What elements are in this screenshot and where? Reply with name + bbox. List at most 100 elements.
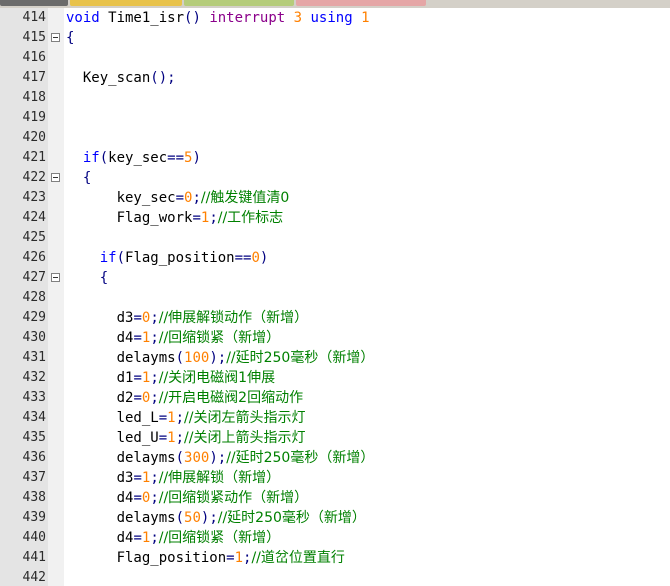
- code-line[interactable]: 431 delayms(100);//延时250毫秒（新增）: [0, 348, 670, 368]
- code-token: =: [158, 410, 168, 426]
- code-token: (: [99, 150, 109, 166]
- line-number: 432: [22, 370, 46, 385]
- code-token: //触发键值清0: [200, 190, 290, 206]
- code-token: //关闭左箭头指示灯: [184, 410, 306, 426]
- code-token: d2: [116, 390, 134, 406]
- code-line[interactable]: 421 if(key_sec==5): [0, 148, 670, 168]
- code-token: =: [158, 430, 168, 446]
- code-token: 3: [293, 10, 303, 26]
- code-line[interactable]: 440 d4=1;//回缩锁紧（新增）: [0, 528, 670, 548]
- code-token: ==: [167, 150, 185, 166]
- code-line[interactable]: 428: [0, 288, 670, 308]
- fold-toggle-icon[interactable]: [51, 173, 60, 182]
- code-line[interactable]: 439 delayms(50);//延时250毫秒（新增）: [0, 508, 670, 528]
- line-number: 425: [22, 230, 46, 245]
- code-token: 300: [184, 450, 210, 466]
- code-line[interactable]: 422 {: [0, 168, 670, 188]
- code-token: Key_scan: [82, 70, 151, 86]
- code-text: d4=0;//回缩锁紧动作（新增）: [117, 488, 309, 508]
- line-number: 433: [22, 390, 46, 405]
- code-line[interactable]: 438 d4=0;//回缩锁紧动作（新增）: [0, 488, 670, 508]
- fold-toggle-icon[interactable]: [51, 273, 60, 282]
- code-line[interactable]: 432 d1=1;//关闭电磁阀1伸展: [0, 368, 670, 388]
- code-token: Flag_position: [116, 550, 227, 566]
- code-line[interactable]: 442: [0, 568, 670, 586]
- code-text: led_L=1;//关闭左箭头指示灯: [117, 408, 306, 428]
- code-line[interactable]: 416: [0, 48, 670, 68]
- code-token: key_sec: [116, 190, 176, 206]
- code-token: 1: [167, 410, 176, 426]
- code-token: =: [133, 490, 142, 506]
- code-line[interactable]: 430 d4=1;//回缩锁紧（新增）: [0, 328, 670, 348]
- code-token: =: [175, 190, 185, 206]
- code-line[interactable]: 417 Key_scan();: [0, 68, 670, 88]
- code-line[interactable]: 433 d2=0;//开启电磁阀2回缩动作: [0, 388, 670, 408]
- code-editor[interactable]: 414 void Time1_isr() interrupt 3 using 14…: [0, 8, 670, 586]
- code-token: ();: [150, 70, 176, 86]
- code-text: d3=0;//伸展解锁动作（新增）: [117, 308, 309, 328]
- code-text: Flag_work=1;//工作标志: [117, 208, 284, 228]
- code-token: );: [200, 510, 218, 526]
- code-text: delayms(300);//延时250毫秒（新增）: [117, 448, 375, 468]
- code-token: Flag_work: [116, 210, 193, 226]
- code-token: if: [99, 250, 117, 266]
- code-line[interactable]: 436 delayms(300);//延时250毫秒（新增）: [0, 448, 670, 468]
- code-text: d3=1;//伸展解锁（新增）: [117, 468, 281, 488]
- code-token: Time1_isr: [99, 10, 185, 26]
- code-token: //延时250毫秒（新增）: [217, 510, 366, 526]
- code-token: (: [175, 350, 185, 366]
- code-line[interactable]: 415 {: [0, 28, 670, 48]
- code-line[interactable]: 418: [0, 88, 670, 108]
- code-token: using: [310, 10, 353, 26]
- code-token: =: [133, 330, 142, 346]
- code-token: =: [192, 210, 201, 226]
- code-token: led_U: [116, 430, 159, 446]
- code-token: void: [66, 10, 100, 26]
- editor-tab-3[interactable]: [184, 0, 294, 6]
- code-text: delayms(50);//延时250毫秒（新增）: [117, 508, 366, 528]
- code-line[interactable]: 424 Flag_work=1;//工作标志: [0, 208, 670, 228]
- code-text: d4=1;//回缩锁紧（新增）: [117, 328, 281, 348]
- code-line[interactable]: 423 key_sec=0;//触发键值清0: [0, 188, 670, 208]
- code-token: d4: [116, 330, 134, 346]
- line-number: 439: [22, 510, 46, 525]
- line-number: 426: [22, 250, 46, 265]
- code-line[interactable]: 427 {: [0, 268, 670, 288]
- code-token: //工作标志: [217, 210, 284, 226]
- code-text: delayms(100);//延时250毫秒（新增）: [117, 348, 375, 368]
- line-number: 423: [22, 190, 46, 205]
- code-line[interactable]: 426 if(Flag_position==0): [0, 248, 670, 268]
- code-token: ;: [209, 210, 218, 226]
- code-token: delayms: [116, 510, 176, 526]
- code-line[interactable]: 425: [0, 228, 670, 248]
- code-text: {: [100, 268, 108, 288]
- code-line[interactable]: 441 Flag_position=1;//道岔位置直行: [0, 548, 670, 568]
- editor-tab-2[interactable]: [70, 0, 182, 6]
- editor-tab-1[interactable]: [0, 0, 68, 6]
- code-line[interactable]: 420: [0, 128, 670, 148]
- line-number: 431: [22, 350, 46, 365]
- code-token: ;: [175, 410, 185, 426]
- code-token: ;: [150, 390, 159, 406]
- code-token: ): [192, 150, 201, 166]
- line-number: 417: [22, 70, 46, 85]
- code-line[interactable]: 419: [0, 108, 670, 128]
- line-number: 430: [22, 330, 46, 345]
- code-text: Flag_position=1;//道岔位置直行: [117, 548, 345, 568]
- code-line[interactable]: 414 void Time1_isr() interrupt 3 using 1: [0, 8, 670, 28]
- code-token: //伸展解锁动作（新增）: [158, 310, 309, 326]
- code-token: 0: [251, 250, 260, 266]
- code-text: d1=1;//关闭电磁阀1伸展: [117, 368, 276, 388]
- code-line[interactable]: 429 d3=0;//伸展解锁动作（新增）: [0, 308, 670, 328]
- line-number: 419: [22, 110, 46, 125]
- fold-toggle-icon[interactable]: [51, 33, 60, 42]
- line-number: 437: [22, 470, 46, 485]
- code-line[interactable]: 435 led_U=1;//关闭上箭头指示灯: [0, 428, 670, 448]
- editor-tab-4[interactable]: [296, 0, 426, 6]
- code-token: ;: [150, 490, 159, 506]
- code-text: d2=0;//开启电磁阀2回缩动作: [117, 388, 304, 408]
- code-line[interactable]: 437 d3=1;//伸展解锁（新增）: [0, 468, 670, 488]
- line-number: 436: [22, 450, 46, 465]
- code-line[interactable]: 434 led_L=1;//关闭左箭头指示灯: [0, 408, 670, 428]
